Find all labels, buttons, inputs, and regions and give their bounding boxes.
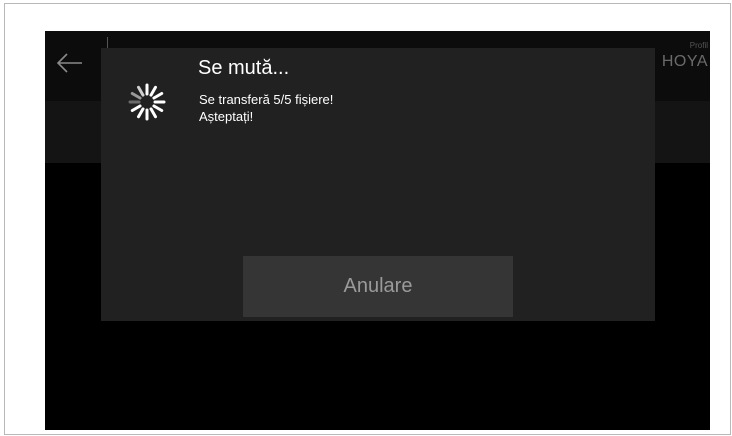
dialog-message: Se transferă 5/5 fișiere! Așteptați! (199, 92, 334, 124)
dialog-title: Se mută... (198, 57, 290, 79)
loading-spinner-icon (128, 83, 166, 121)
cancel-button[interactable]: Anulare (243, 256, 513, 317)
arrow-left-icon[interactable] (55, 51, 85, 75)
device-screen: Profil HOYA Se mută... Se transferă 5/5 … (45, 31, 710, 430)
progress-dialog: Se mută... Se transferă 5/5 fișiere! Așt… (101, 48, 655, 321)
profile-value[interactable]: HOYA (662, 53, 708, 71)
window-frame: Profil HOYA Se mută... Se transferă 5/5 … (4, 3, 731, 435)
profile-label: Profil (689, 41, 708, 50)
